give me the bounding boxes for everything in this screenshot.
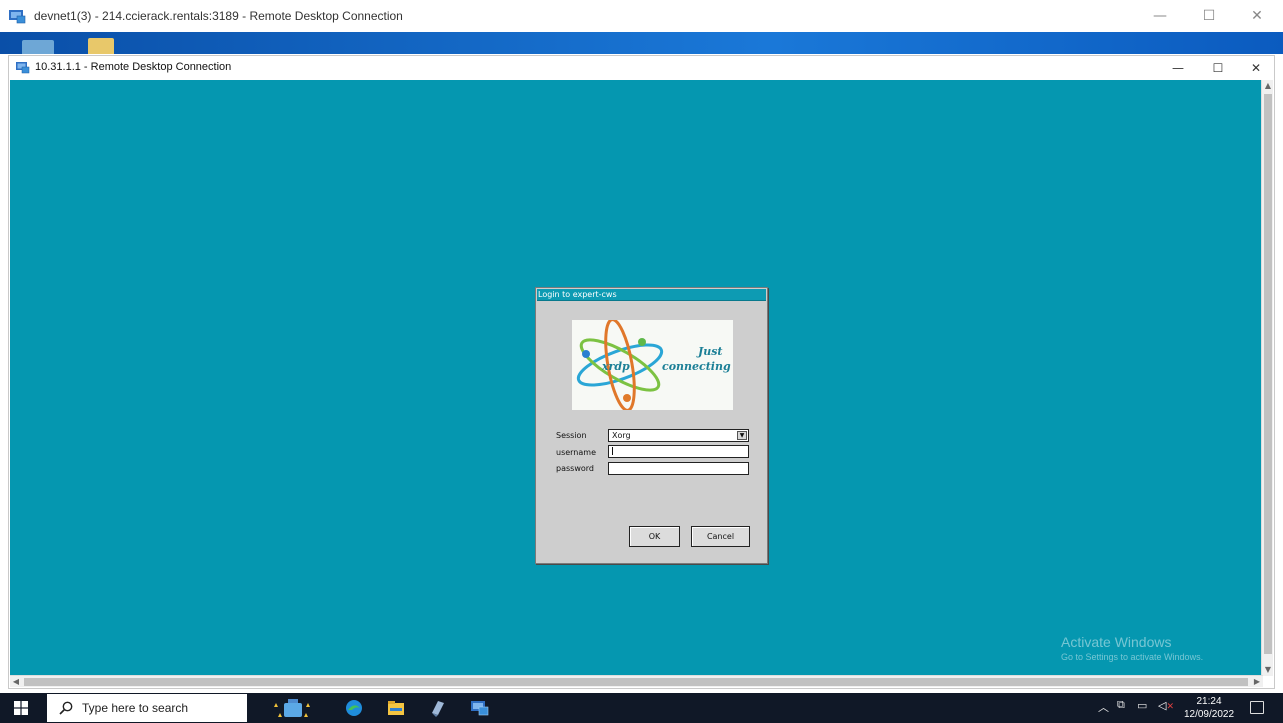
- password-label: password: [556, 464, 594, 473]
- inner-close-button[interactable]: ✕: [1237, 56, 1275, 80]
- ok-button[interactable]: OK: [629, 526, 680, 547]
- taskbar: Type here to search ︿ ⧉ ▭ ◁✕ 21:24 12/09…: [0, 693, 1283, 723]
- scroll-right-icon[interactable]: ▶: [1251, 676, 1263, 688]
- inner-maximize-button[interactable]: ☐: [1199, 56, 1237, 80]
- meet-now-icon[interactable]: ⧉: [1117, 699, 1125, 712]
- logo-tagline-just: Just: [698, 345, 723, 358]
- search-placeholder: Type here to search: [82, 701, 189, 715]
- outer-window-title: devnet1(3) - 214.ccierack.rentals:3189 -…: [34, 9, 403, 23]
- edge-browser-icon[interactable]: [344, 699, 364, 717]
- outer-close-button[interactable]: ✕: [1234, 0, 1280, 32]
- username-label: username: [556, 448, 596, 457]
- session-select-value: Xorg: [612, 431, 631, 440]
- vertical-scroll-thumb[interactable]: [1264, 94, 1272, 654]
- logo-tagline-connecting: connecting: [662, 360, 731, 373]
- remote-desktop-icon: [16, 62, 30, 74]
- taskbar-clock[interactable]: 21:24 12/09/2022: [1180, 695, 1238, 721]
- inner-rdp-window: 10.31.1.1 - Remote Desktop Connection — …: [8, 55, 1275, 689]
- clock-date: 12/09/2022: [1183, 709, 1235, 720]
- activate-windows-watermark: Activate Windows Go to Settings to activ…: [1061, 634, 1203, 662]
- search-icon: [59, 701, 73, 715]
- session-select[interactable]: Xorg ▼: [608, 429, 749, 442]
- desktop-computer-icon[interactable]: [22, 40, 54, 54]
- outer-minimize-button[interactable]: —: [1137, 0, 1183, 32]
- watermark-subtitle: Go to Settings to activate Windows.: [1061, 652, 1204, 662]
- file-explorer-icon[interactable]: [386, 699, 406, 717]
- cancel-button[interactable]: Cancel: [691, 526, 750, 547]
- watermark-title: Activate Windows: [1061, 634, 1172, 650]
- dropdown-arrow-icon[interactable]: ▼: [737, 431, 747, 440]
- remote-desktop-icon: [9, 10, 26, 24]
- taskbar-search-box[interactable]: Type here to search: [47, 694, 247, 722]
- scroll-up-icon[interactable]: ▲: [1262, 80, 1274, 92]
- host-desktop-background: [0, 32, 1283, 54]
- network-icon[interactable]: ▭: [1137, 699, 1147, 712]
- chevron-up-icon[interactable]: ︿: [1098, 699, 1109, 715]
- horizontal-scroll-thumb[interactable]: [24, 678, 1248, 686]
- inner-minimize-button[interactable]: —: [1159, 56, 1197, 80]
- scroll-left-icon[interactable]: ◀: [10, 676, 22, 688]
- xrdp-logo: xrdp Just connecting: [572, 318, 733, 412]
- clock-time: 21:24: [1196, 696, 1222, 707]
- horizontal-scrollbar[interactable]: ◀ ▶: [10, 675, 1263, 687]
- notification-center-icon[interactable]: [1250, 701, 1264, 714]
- news-widget-icon[interactable]: [272, 697, 314, 721]
- remote-desktop-taskbar-icon[interactable]: [470, 699, 490, 717]
- vertical-scrollbar[interactable]: ▲ ▼: [1261, 80, 1273, 676]
- inner-window-title: 10.31.1.1 - Remote Desktop Connection: [35, 61, 232, 73]
- scroll-down-icon[interactable]: ▼: [1262, 664, 1274, 676]
- desktop-folder-icon[interactable]: [88, 38, 114, 54]
- xrdp-login-dialog: Login to expert-cws xrdp Just connecting: [535, 287, 768, 564]
- xrdp-brand-text: xrdp: [602, 360, 630, 373]
- windows-start-icon[interactable]: [14, 701, 28, 715]
- session-label: Session: [556, 431, 587, 440]
- outer-maximize-button[interactable]: ☐: [1186, 0, 1232, 32]
- text-caret: [612, 447, 613, 455]
- remote-desktop-surface[interactable]: Login to expert-cws xrdp Just connecting: [10, 80, 1263, 676]
- username-input[interactable]: [608, 445, 749, 458]
- notepad-icon[interactable]: [428, 699, 448, 717]
- login-dialog-title-bar[interactable]: Login to expert-cws: [537, 289, 766, 301]
- outer-rdp-window: devnet1(3) - 214.ccierack.rentals:3189 -…: [0, 0, 1283, 723]
- inner-title-bar[interactable]: 10.31.1.1 - Remote Desktop Connection — …: [9, 56, 1274, 80]
- volume-muted-icon[interactable]: ◁✕: [1158, 699, 1174, 712]
- outer-title-bar[interactable]: devnet1(3) - 214.ccierack.rentals:3189 -…: [0, 0, 1283, 32]
- password-input[interactable]: [608, 462, 749, 475]
- login-dialog-title: Login to expert-cws: [538, 290, 617, 299]
